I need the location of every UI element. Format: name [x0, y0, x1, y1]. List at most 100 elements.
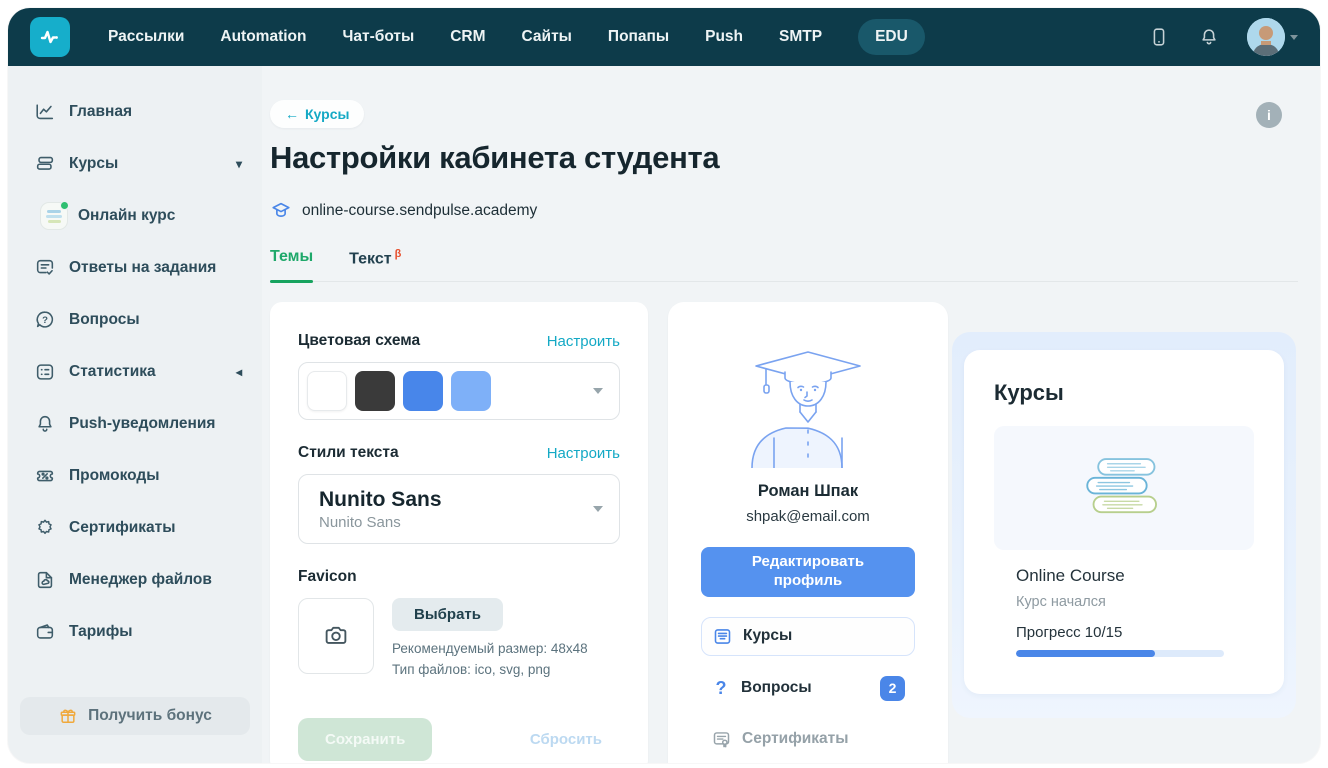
student-name: Роман Шпак — [758, 482, 858, 501]
question-mark-icon: ? — [711, 678, 731, 699]
files-icon — [34, 569, 56, 591]
sidebar-item-certificates[interactable]: Сертификаты — [8, 511, 262, 545]
choose-favicon-button[interactable]: Выбрать — [392, 598, 503, 631]
color-swatch-blue — [403, 371, 443, 411]
theme-settings-card: Цветовая схема Настроить Стили текста На… — [270, 302, 648, 763]
configure-text-styles-link[interactable]: Настроить — [547, 445, 620, 462]
question-icon: ? — [34, 309, 56, 331]
favicon-types-hint: Тип файлов: ico, svg, png — [392, 660, 588, 681]
save-button[interactable]: Сохранить — [298, 718, 432, 761]
nav-item-edu-active[interactable]: EDU — [858, 19, 925, 55]
sidebar-item-label: Ответы на задания — [69, 259, 216, 277]
favicon-size-hint: Рекомендуемый размер: 48x48 — [392, 639, 588, 660]
preview-menu-courses[interactable]: Курсы — [701, 617, 915, 656]
progress-label: Прогресс 10/15 — [1016, 624, 1246, 641]
sidebar-item-tariffs[interactable]: Тарифы — [8, 615, 262, 649]
sidebar-item-label: Онлайн курс — [78, 207, 175, 225]
sidebar-item-assignments[interactable]: Ответы на задания — [8, 251, 262, 285]
caret-left-icon: ◂ — [236, 365, 242, 379]
beta-badge: β — [395, 248, 402, 260]
sidebar-item-label: Менеджер файлов — [69, 571, 212, 589]
favicon-label: Favicon — [298, 568, 620, 586]
text-styles-label: Стили текста — [298, 444, 399, 462]
certificate-icon — [34, 517, 56, 539]
chevron-down-icon — [1290, 35, 1298, 40]
sidebar-item-online-course[interactable]: Онлайн курс — [8, 199, 262, 233]
caret-down-icon — [593, 388, 603, 394]
notifications-bell-icon[interactable] — [1197, 25, 1221, 49]
status-dot — [60, 201, 69, 210]
nav-item-sites[interactable]: Сайты — [522, 28, 572, 46]
mobile-app-icon[interactable] — [1147, 25, 1171, 49]
preview-menu-certificates[interactable]: Сертификаты — [701, 721, 915, 758]
nav-item-crm[interactable]: CRM — [450, 28, 485, 46]
main-nav: Рассылки Automation Чат-боты CRM Сайты П… — [108, 19, 925, 55]
domain-row: online-course.sendpulse.academy — [270, 200, 1298, 222]
nav-item-smtp[interactable]: SMTP — [779, 28, 822, 46]
edit-profile-button[interactable]: Редактировать профиль — [701, 547, 915, 597]
panels-row: Цветовая схема Настроить Стили текста На… — [270, 302, 1298, 763]
questions-count-badge: 2 — [880, 676, 905, 701]
sidebar: Главная Курсы ▾ Онлайн курс — [8, 66, 262, 763]
svg-text:?: ? — [42, 315, 48, 326]
color-swatch-dark — [355, 371, 395, 411]
graduation-cap-icon — [270, 200, 292, 222]
certificate-doc-icon — [711, 729, 732, 750]
color-scheme-select[interactable] — [298, 362, 620, 420]
bell-icon — [34, 413, 56, 435]
nav-item-popups[interactable]: Попапы — [608, 28, 669, 46]
wallet-icon — [34, 621, 56, 643]
courses-card: Курсы — [964, 350, 1284, 694]
user-avatar[interactable] — [1247, 18, 1298, 56]
page-title: Настройки кабинета студента — [270, 140, 1298, 176]
nav-item-chatbots[interactable]: Чат-боты — [342, 28, 414, 46]
app-window: Рассылки Automation Чат-боты CRM Сайты П… — [8, 8, 1320, 763]
nav-item-push[interactable]: Push — [705, 28, 743, 46]
preview-menu-questions[interactable]: ? Вопросы 2 — [701, 668, 915, 709]
color-scheme-label: Цветовая схема — [298, 332, 420, 350]
nav-item-automation[interactable]: Automation — [220, 28, 306, 46]
get-bonus-label: Получить бонус — [88, 707, 212, 725]
sidebar-item-push[interactable]: Push-уведомления — [8, 407, 262, 441]
sidebar-item-questions[interactable]: ? Вопросы — [8, 303, 262, 337]
course-thumbnail — [40, 202, 68, 230]
course-name[interactable]: Online Course — [1016, 566, 1246, 586]
sendpulse-logo-icon[interactable] — [30, 17, 70, 57]
nav-item-rassylki[interactable]: Рассылки — [108, 28, 184, 46]
font-select[interactable]: Nunito Sans Nunito Sans — [298, 474, 620, 543]
color-swatch-white — [307, 371, 347, 411]
sidebar-item-statistics[interactable]: Статистика ◂ — [8, 355, 262, 389]
reset-link[interactable]: Сбросить — [530, 731, 602, 748]
sidebar-item-courses[interactable]: Курсы ▾ — [8, 147, 262, 181]
tab-themes[interactable]: Темы — [270, 248, 313, 281]
sidebar-item-promocodes[interactable]: Промокоды — [8, 459, 262, 493]
sidebar-item-label: Вопросы — [69, 311, 140, 329]
tabs: Темы Текстβ — [270, 248, 1298, 282]
back-label: Курсы — [305, 106, 349, 122]
preview-menu-label: Вопросы — [741, 679, 812, 697]
tab-text-label: Текст — [349, 250, 391, 267]
preview-menu-label: Сертификаты — [742, 730, 849, 748]
tab-text[interactable]: Текстβ — [349, 248, 401, 281]
back-to-courses-link[interactable]: ← Курсы — [270, 100, 364, 128]
sidebar-item-label: Статистика — [69, 363, 156, 381]
sidebar-item-home[interactable]: Главная — [8, 95, 262, 129]
info-icon[interactable]: i — [1256, 102, 1282, 128]
books-icon — [34, 153, 56, 175]
get-bonus-button[interactable]: Получить бонус — [20, 697, 250, 735]
sidebar-item-label: Push-уведомления — [69, 415, 215, 433]
student-email: shpak@email.com — [746, 508, 870, 525]
preview-menu-label: Курсы — [743, 627, 792, 645]
camera-icon — [321, 621, 351, 651]
course-card-icon — [712, 626, 733, 647]
favicon-upload-box[interactable] — [298, 598, 374, 674]
course-cover[interactable] — [994, 426, 1254, 550]
student-cabinet-domain[interactable]: online-course.sendpulse.academy — [302, 202, 537, 220]
top-navbar: Рассылки Automation Чат-боты CRM Сайты П… — [8, 8, 1320, 66]
main-content: ← Курсы i Настройки кабинета студента on… — [262, 66, 1320, 763]
configure-color-scheme-link[interactable]: Настроить — [547, 333, 620, 350]
sidebar-item-file-manager[interactable]: Менеджер файлов — [8, 563, 262, 597]
gift-icon — [58, 706, 78, 726]
course-info: Online Course Курс начался Прогресс 10/1… — [994, 550, 1254, 657]
sidebar-item-label: Главная — [69, 103, 132, 121]
